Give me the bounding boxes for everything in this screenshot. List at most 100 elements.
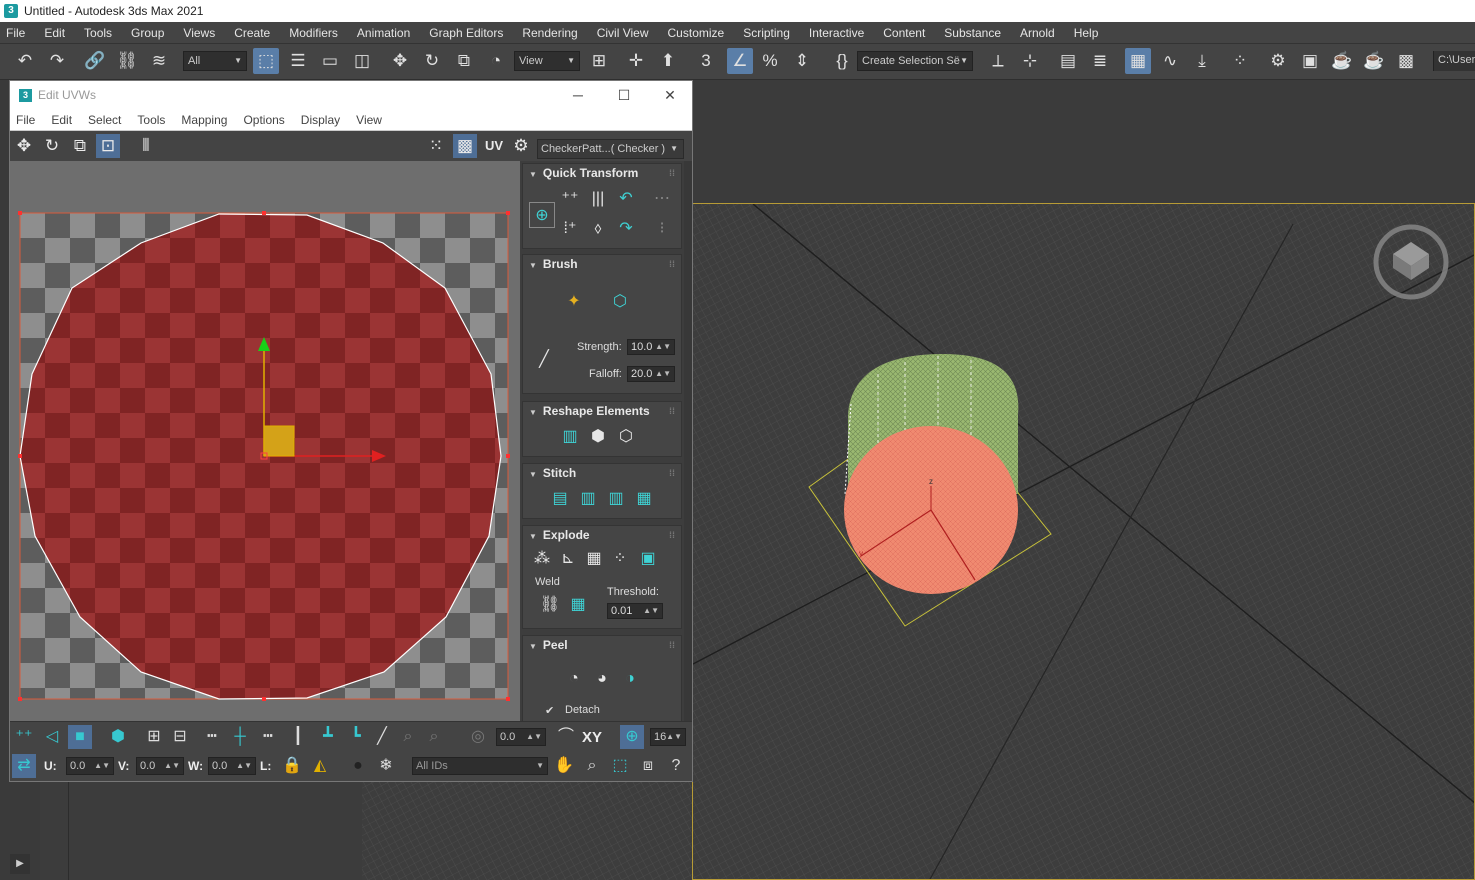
menu-views[interactable]: Views xyxy=(177,26,221,40)
paint-select-icon[interactable]: ╱ xyxy=(370,725,394,749)
toggle-ribbon-icon[interactable]: ▦ xyxy=(1125,48,1151,74)
zoom-region-icon[interactable]: ⬚ xyxy=(608,754,632,778)
uv-menu-file[interactable]: File xyxy=(10,113,41,127)
select-by-name-icon[interactable]: ☰ xyxy=(285,48,311,74)
menu-group[interactable]: Group xyxy=(125,26,170,40)
curve-editor-icon[interactable]: ∿ xyxy=(1157,48,1183,74)
edge-ring-icon[interactable]: ┗ xyxy=(344,725,368,749)
uv-menu-edit[interactable]: Edit xyxy=(45,113,78,127)
select-rotate-icon[interactable]: ↻ xyxy=(419,48,445,74)
checker-icon[interactable]: ▩ xyxy=(453,134,477,158)
paint-move-icon[interactable]: ✦ xyxy=(561,289,587,315)
brush-header[interactable]: ▼ Brush ⁞⁞ xyxy=(523,255,681,273)
edit-named-selections-icon[interactable]: {} xyxy=(829,48,855,74)
select-object-icon[interactable]: ⬚ xyxy=(253,48,279,74)
detach-checkbox[interactable]: ✔ xyxy=(545,704,554,717)
uv-menu-mapping[interactable]: Mapping xyxy=(175,113,233,127)
uv-menu-options[interactable]: Options xyxy=(237,113,290,127)
texture-dropdown[interactable]: CheckerPatt...( Checker ) ▼ xyxy=(537,139,684,159)
freeform-mode-icon[interactable]: ⊡ xyxy=(96,134,120,158)
snaps-toggle-icon[interactable]: 3 xyxy=(693,48,719,74)
render-setup-icon[interactable]: ⚙ xyxy=(1265,48,1291,74)
break-by-material-icon[interactable]: ▦ xyxy=(581,546,607,572)
u-spinner[interactable]: 0.0 ▲▼ xyxy=(66,757,114,775)
help-icon[interactable]: ? xyxy=(664,754,688,778)
selection-filter-dropdown[interactable]: All ▼ xyxy=(183,51,247,71)
menu-tools[interactable]: Tools xyxy=(78,26,118,40)
maximize-icon[interactable]: ☐ xyxy=(601,81,647,109)
absolute-mode-icon[interactable]: ⇄ xyxy=(12,754,36,778)
play-arrow-icon[interactable]: ▶ xyxy=(10,854,30,874)
uv-menu-view[interactable]: View xyxy=(350,113,388,127)
render-iterative-icon[interactable]: ☕ xyxy=(1361,48,1387,74)
zoom-icon[interactable]: ⌕ xyxy=(580,754,604,778)
panel-scrollbar[interactable] xyxy=(684,161,692,721)
menu-create[interactable]: Create xyxy=(228,26,276,40)
mirror-icon[interactable]: ⫴ xyxy=(134,134,158,158)
space-horizontal-icon[interactable]: ⋯ xyxy=(649,186,675,212)
align-horizontal-icon[interactable]: ⁺⁺ xyxy=(557,186,583,212)
menu-scripting[interactable]: Scripting xyxy=(737,26,796,40)
zoom-extents-icon[interactable]: ⧈ xyxy=(636,754,660,778)
element-mode-icon[interactable]: ⬢ xyxy=(106,725,130,749)
material-id-dropdown[interactable]: All IDs ▼ xyxy=(412,757,548,775)
w-spinner[interactable]: 0.0 ▲▼ xyxy=(208,757,256,775)
minimize-icon[interactable]: ─ xyxy=(555,81,601,109)
grid-snap-icon[interactable]: ⊕ xyxy=(620,725,644,749)
brush-stroke-icon[interactable]: ╱ xyxy=(531,347,557,373)
render-in-cloud-icon[interactable]: ▩ xyxy=(1393,48,1419,74)
select-by-element-icon[interactable]: ┃ xyxy=(286,725,310,749)
uv-menu-tools[interactable]: Tools xyxy=(131,113,171,127)
angle-snap-icon[interactable]: ∠ xyxy=(727,48,753,74)
space-vertical-icon[interactable]: ⁝ xyxy=(649,216,675,242)
v-spinner[interactable]: 0.0 ▲▼ xyxy=(136,757,184,775)
reference-coordinate-dropdown[interactable]: View ▼ xyxy=(514,51,580,71)
align-icon[interactable]: ⊹ xyxy=(1017,48,1043,74)
stitch-to-target-icon[interactable]: ▥ xyxy=(575,486,601,512)
falloff-spinner[interactable]: 20.0 ▲▼ xyxy=(627,366,675,382)
move-icon[interactable]: ✥ xyxy=(12,134,36,158)
flatten-by-angle-icon[interactable]: ⁘ xyxy=(607,546,633,572)
grow-loop-icon[interactable]: ┼ xyxy=(228,725,252,749)
polygon-mode-icon[interactable]: ■ xyxy=(68,725,92,749)
grid-spinner[interactable]: 16 ▲▼ xyxy=(650,728,686,746)
material-editor-icon[interactable]: ⁘ xyxy=(1227,48,1253,74)
menu-customize[interactable]: Customize xyxy=(662,26,731,40)
soft-selection-icon[interactable]: ◎ xyxy=(466,725,490,749)
weld-target-icon[interactable]: ⛓ xyxy=(537,592,563,618)
menu-rendering[interactable]: Rendering xyxy=(516,26,583,40)
show-map-icon[interactable]: ⁙ xyxy=(424,134,448,158)
shrink-selection-icon[interactable]: ⊟ xyxy=(168,725,192,749)
render-production-icon[interactable]: ☕ xyxy=(1329,48,1355,74)
peel-mode-icon[interactable]: ◕ xyxy=(589,666,615,692)
hide-toggle-icon[interactable]: ● xyxy=(346,754,370,778)
stitch-to-source-icon[interactable]: ▦ xyxy=(631,486,657,512)
stitch-header[interactable]: ▼ Stitch ⁞⁞ xyxy=(523,464,681,482)
quick-transform-header[interactable]: ▼ Quick Transform ⁞⁞ xyxy=(523,164,681,182)
spinner-snap-icon[interactable]: ⇕ xyxy=(789,48,815,74)
explode-header[interactable]: ▼ Explode ⁞⁞ xyxy=(523,526,681,544)
rotate-icon[interactable]: ↻ xyxy=(40,134,64,158)
straighten-selection-icon[interactable]: ▥ xyxy=(557,424,583,450)
stitch-average-icon[interactable]: ▥ xyxy=(603,486,629,512)
align-vertical-icon[interactable]: ||| xyxy=(585,186,611,212)
edge-mode-icon[interactable]: ◁ xyxy=(40,725,64,749)
select-manipulate-icon[interactable]: ✛ xyxy=(623,48,649,74)
texture-settings-icon[interactable]: ⚙ xyxy=(509,134,533,158)
menu-animation[interactable]: Animation xyxy=(351,26,416,40)
rendered-frame-window-icon[interactable]: ▣ xyxy=(1297,48,1323,74)
break-by-smoothing-icon[interactable]: ⊾ xyxy=(555,546,581,572)
pan-icon[interactable]: ✋ xyxy=(552,754,576,778)
schematic-view-icon[interactable]: ⤓ xyxy=(1189,48,1215,74)
break-icon[interactable]: ▣ xyxy=(635,546,661,572)
stitch-custom-icon[interactable]: ▤ xyxy=(547,486,573,512)
set-pivot-icon[interactable]: ⊕ xyxy=(529,202,555,228)
paint-shrink-icon[interactable]: ⌕ xyxy=(422,725,446,749)
scene-explorer-icon[interactable]: ▤ xyxy=(1055,48,1081,74)
rotation-angle-spinner[interactable]: 0.0 ▲▼ xyxy=(496,728,546,746)
rotate-ccw-icon[interactable]: ↶ xyxy=(613,186,639,212)
relax-brush-icon[interactable]: ⬡ xyxy=(607,289,633,315)
ring-icon[interactable]: ┅ xyxy=(256,725,280,749)
keyboard-shortcut-icon[interactable]: ⬆ xyxy=(655,48,681,74)
peel-header[interactable]: ▼ Peel ⁞⁞ xyxy=(523,636,681,654)
